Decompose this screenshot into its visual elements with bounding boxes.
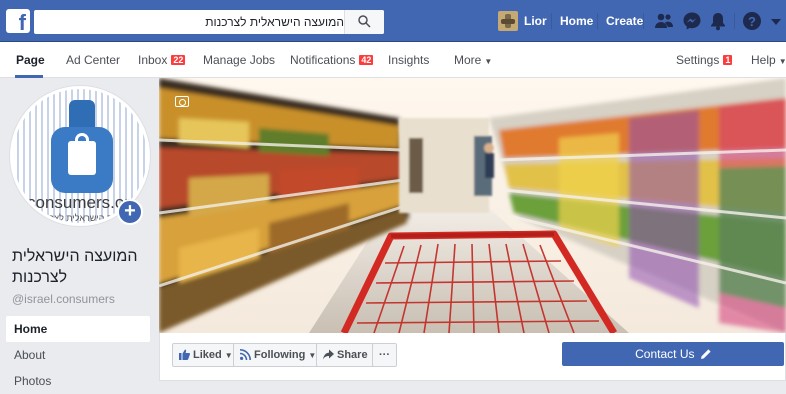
caret-down-icon: ▼ [224, 351, 233, 360]
following-button[interactable]: Following ▼ [233, 343, 324, 367]
divider [734, 13, 735, 29]
supermarket-aisle-image [159, 78, 786, 333]
tab-manage-jobs[interactable]: Manage Jobs [203, 42, 275, 78]
tab-insights[interactable]: Insights [388, 42, 429, 78]
active-tab-indicator [15, 75, 43, 78]
tab-notifications[interactable]: Notifications 42 [290, 42, 375, 78]
caret-down-icon: ▼ [484, 57, 493, 66]
svg-text:?: ? [748, 14, 756, 29]
tab-help[interactable]: Help ▼ [751, 42, 786, 78]
page-title: המועצה הישראלית לצרכנות [12, 248, 138, 286]
notifications-bell-icon[interactable] [708, 11, 728, 31]
more-options-button[interactable]: ··· [372, 343, 397, 367]
page-sidebar-nav: Home About Photos [6, 316, 150, 394]
update-profile-picture-button[interactable]: + [117, 199, 143, 225]
divider [597, 13, 598, 29]
divider [643, 13, 644, 29]
page-management-bar: Page Ad Center Inbox 22 Manage Jobs Notif… [0, 42, 786, 78]
search-input[interactable] [34, 10, 344, 34]
top-navigation-bar: f Lior Home Create ? [0, 0, 786, 42]
tab-more[interactable]: More ▼ [454, 42, 492, 78]
tab-inbox[interactable]: Inbox 22 [138, 42, 187, 78]
search-button[interactable] [344, 10, 384, 34]
search-icon [358, 15, 371, 28]
camera-icon[interactable] [175, 96, 189, 107]
liked-button[interactable]: Liked ▼ [172, 343, 240, 367]
search-box [34, 10, 384, 34]
pencil-icon [700, 349, 711, 359]
help-icon[interactable]: ? [742, 11, 762, 31]
contact-us-button[interactable]: Contact Us [562, 342, 784, 366]
sidebar-item-about[interactable]: About [6, 342, 150, 368]
user-name: Lior [524, 14, 547, 28]
messenger-icon[interactable] [682, 11, 702, 31]
tab-page[interactable]: Page [16, 42, 45, 78]
thumbs-up-icon [179, 349, 190, 360]
share-button[interactable]: Share [316, 343, 375, 367]
divider [551, 13, 552, 29]
tab-ad-center[interactable]: Ad Center [66, 42, 120, 78]
profile-link[interactable]: Lior [498, 0, 550, 42]
settings-count-badge: 1 [722, 54, 734, 66]
shopping-bag-icon [68, 141, 96, 175]
account-menu-icon[interactable] [770, 11, 782, 31]
facebook-logo[interactable]: f [6, 9, 30, 33]
cover-photo[interactable] [159, 78, 786, 333]
user-avatar [498, 11, 518, 31]
sidebar-item-photos[interactable]: Photos [6, 368, 150, 394]
plus-icon: + [124, 200, 136, 222]
page-action-bar: Liked ▼ Following ▼ Share ··· Contact Us [159, 333, 786, 381]
caret-down-icon: ▼ [778, 57, 786, 66]
sidebar-item-home[interactable]: Home [6, 316, 150, 342]
tab-settings[interactable]: Settings 1 [676, 42, 734, 78]
rss-follow-icon [239, 349, 251, 361]
notifications-count-badge: 42 [358, 54, 375, 66]
logo-bottle-cap [69, 100, 95, 130]
inbox-count-badge: 22 [170, 54, 187, 66]
page-username[interactable]: @israel.consumers [12, 292, 115, 306]
create-link[interactable]: Create [606, 0, 643, 42]
friends-icon[interactable] [654, 11, 674, 31]
share-arrow-icon [323, 349, 334, 360]
home-link[interactable]: Home [560, 0, 593, 42]
